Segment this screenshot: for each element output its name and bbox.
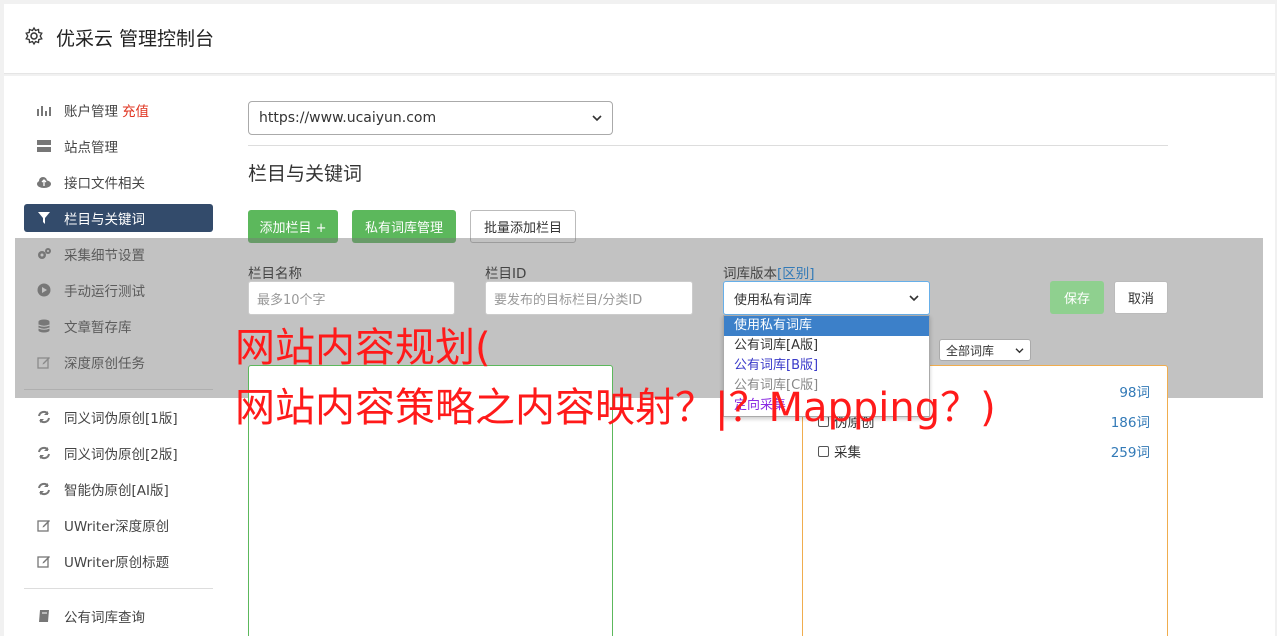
sidebar-item-columns[interactable]: 栏目与关键词 <box>24 204 213 232</box>
sidebar-item-account[interactable]: 账户管理 充值 <box>24 96 213 124</box>
lib-version-text: 词库版本 <box>723 266 777 282</box>
dropdown-option[interactable]: 公有词库[A版] <box>724 336 929 356</box>
section-title: 栏目与关键词 <box>248 163 363 185</box>
watermark-line-2: 网站内容策略之内容映射？|？Mapping？) <box>235 385 996 431</box>
chevron-down-icon <box>909 295 919 302</box>
server-icon <box>36 138 52 154</box>
sidebar-item-label: 接口文件相关 <box>64 176 145 192</box>
chevron-down-icon <box>592 115 602 122</box>
lib-version-value: 使用私有词库 <box>734 292 813 308</box>
gear-icon <box>25 26 43 46</box>
filter-icon <box>36 210 52 226</box>
sidebar-item-synonym-v2[interactable]: 同义词伪原创[2版] <box>24 439 213 467</box>
bar-chart-icon <box>36 102 52 118</box>
sidebar-item-label: 栏目与关键词 <box>64 212 145 228</box>
site-select[interactable]: https://www.ucaiyun.com <box>248 101 613 135</box>
sidebar-item-label: 公有词库查询 <box>64 610 145 626</box>
watermark-line-1: 网站内容规划( <box>235 325 491 371</box>
divider <box>248 145 1168 146</box>
app-header: 优采云 管理控制台 <box>4 4 1275 74</box>
recharge-link[interactable]: 充值 <box>122 100 149 120</box>
sidebar-divider <box>24 588 213 589</box>
lib-row[interactable]: 采集 259词 <box>818 441 1150 461</box>
refresh-icon <box>36 445 52 461</box>
sidebar-item-label: 同义词伪原创[2版] <box>64 447 178 463</box>
sidebar-item-label: 站点管理 <box>64 140 118 156</box>
sidebar-item-label: UWriter深度原创 <box>64 519 170 535</box>
lib-filter-value: 全部词库 <box>946 343 995 358</box>
sidebar-item-uwriter[interactable]: UWriter深度原创 <box>24 511 213 539</box>
column-name-input[interactable]: 最多10个字 <box>248 281 455 315</box>
sidebar-item-label: 账户管理 <box>64 104 118 120</box>
site-select-value: https://www.ucaiyun.com <box>259 110 437 126</box>
column-id-input[interactable]: 要发布的目标栏目/分类ID <box>485 281 693 315</box>
column-name-label: 栏目名称 <box>248 266 302 282</box>
sidebar-item-sites[interactable]: 站点管理 <box>24 132 213 160</box>
sidebar-item-label: 智能伪原创[AI版] <box>64 483 169 499</box>
dropdown-option[interactable]: 公有词库[B版] <box>724 356 929 376</box>
chevron-down-icon <box>1015 347 1024 353</box>
lib-checkbox[interactable] <box>818 445 829 457</box>
lib-label: 采集 <box>834 445 861 461</box>
save-button[interactable]: 保存 <box>1050 281 1104 314</box>
sidebar-item-label: 同义词伪原创[1版] <box>64 411 178 427</box>
refresh-icon <box>36 409 52 425</box>
column-id-label: 栏目ID <box>485 266 527 282</box>
cloud-upload-icon <box>36 174 52 190</box>
lib-count: 259词 <box>1110 445 1150 461</box>
book-icon <box>36 608 52 624</box>
sidebar-item-label: UWriter原创标题 <box>64 555 170 571</box>
sidebar-item-uwriter-title[interactable]: UWriter原创标题 <box>24 547 213 575</box>
lib-filter-select[interactable]: 全部词库 <box>939 339 1031 361</box>
page-title: 优采云 管理控制台 <box>56 28 215 50</box>
lib-version-select[interactable]: 使用私有词库 <box>723 281 930 315</box>
lib-diff-link[interactable]: [区别] <box>777 266 815 282</box>
dropdown-option[interactable]: 使用私有词库 <box>724 316 929 336</box>
lib-version-label: 词库版本[区别] <box>723 262 815 282</box>
cancel-button[interactable]: 取消 <box>1114 281 1168 314</box>
sidebar-item-interface[interactable]: 接口文件相关 <box>24 168 213 196</box>
lib-count: 98词 <box>1119 385 1150 401</box>
sidebar-item-synonym-v1[interactable]: 同义词伪原创[1版] <box>24 403 213 431</box>
refresh-icon <box>36 481 52 497</box>
edit-icon <box>36 553 52 569</box>
edit-icon <box>36 517 52 533</box>
sidebar-item-public-lib[interactable]: 公有词库查询 <box>24 602 213 630</box>
sidebar-item-ai[interactable]: 智能伪原创[AI版] <box>24 475 213 503</box>
lib-count: 186词 <box>1110 415 1150 431</box>
